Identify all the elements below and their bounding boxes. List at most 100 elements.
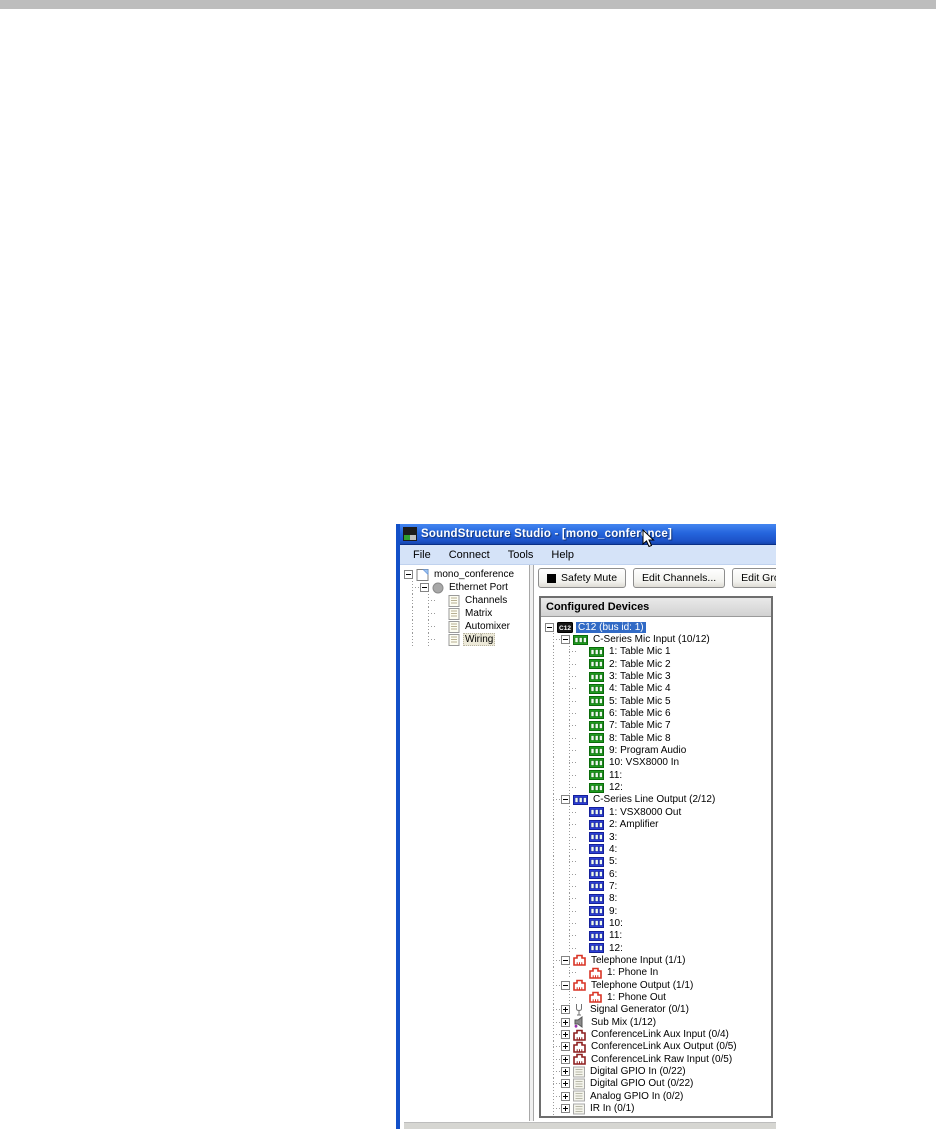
menubar: File Connect Tools Help bbox=[400, 545, 776, 565]
device-tree-row[interactable]: Digital GPIO In (0/22) bbox=[541, 1065, 771, 1077]
collapse-toggle[interactable] bbox=[420, 583, 429, 592]
expand-toggle[interactable] bbox=[561, 1030, 570, 1039]
device-tree-row[interactable]: C-Series Mic Input (10/12) bbox=[541, 633, 771, 645]
device-tree-row[interactable]: ConferenceLink Aux Output (0/5) bbox=[541, 1041, 771, 1053]
menu-connect[interactable]: Connect bbox=[440, 547, 499, 563]
gpio-icon bbox=[573, 1103, 585, 1115]
menu-tools[interactable]: Tools bbox=[499, 547, 543, 563]
project-tree-row[interactable]: Ethernet Port bbox=[400, 581, 529, 594]
device-tree-row[interactable]: 6: bbox=[541, 868, 771, 880]
device-tree-row[interactable]: ConferenceLink Aux Input (0/4) bbox=[541, 1028, 771, 1040]
line-output-icon bbox=[589, 918, 604, 928]
tree-guide bbox=[545, 1028, 561, 1040]
mic-input-icon bbox=[589, 684, 604, 694]
menu-file[interactable]: File bbox=[404, 547, 440, 563]
app-icon bbox=[403, 527, 417, 541]
expand-toggle[interactable] bbox=[561, 1055, 570, 1064]
device-tree-row[interactable]: Signal Generator (0/1) bbox=[541, 1004, 771, 1016]
svg-text:C12: C12 bbox=[559, 625, 571, 632]
device-tree-row[interactable]: ConferenceLink Raw Input (0/5) bbox=[541, 1053, 771, 1065]
tree-guide bbox=[545, 831, 561, 843]
tree-label: 7: bbox=[607, 881, 619, 892]
device-tree-row[interactable]: IR In (0/1) bbox=[541, 1102, 771, 1114]
expand-toggle[interactable] bbox=[561, 1067, 570, 1076]
device-tree-row[interactable]: C12C12 (bus id: 1) bbox=[541, 621, 771, 633]
device-tree-row[interactable]: 7: Table Mic 7 bbox=[541, 720, 771, 732]
tree-guide bbox=[545, 1053, 561, 1065]
tree-label: 1: Table Mic 1 bbox=[607, 646, 673, 657]
collapse-toggle[interactable] bbox=[561, 956, 570, 965]
device-tree-row[interactable]: 12: bbox=[541, 781, 771, 793]
tree-label: IR In (0/1) bbox=[588, 1103, 636, 1114]
device-tree-row[interactable]: Analog GPIO In (0/2) bbox=[541, 1090, 771, 1102]
device-tree-row[interactable]: 4: bbox=[541, 843, 771, 855]
device-tree-row[interactable]: 9: bbox=[541, 905, 771, 917]
device-tree-row[interactable]: 3: Table Mic 3 bbox=[541, 670, 771, 682]
device-tree-row[interactable]: 8: bbox=[541, 893, 771, 905]
device-tree-row[interactable]: 1: Phone In bbox=[541, 967, 771, 979]
device-tree-row[interactable]: 12: bbox=[541, 942, 771, 954]
tree-label: Sub Mix (1/12) bbox=[589, 1017, 658, 1028]
collapse-toggle[interactable] bbox=[561, 981, 570, 990]
device-tree-row[interactable]: 1: Table Mic 1 bbox=[541, 646, 771, 658]
expand-toggle[interactable] bbox=[561, 1018, 570, 1027]
tree-guide bbox=[420, 620, 436, 633]
tree-guide bbox=[561, 819, 577, 831]
device-tree-row[interactable]: 4: Table Mic 4 bbox=[541, 683, 771, 695]
device-tree-row[interactable]: 3: bbox=[541, 831, 771, 843]
mic-input-icon bbox=[589, 672, 604, 682]
project-tree-row[interactable]: mono_conference bbox=[400, 568, 529, 581]
project-tree-row[interactable]: Automixer bbox=[400, 620, 529, 633]
device-tree-row[interactable]: 1: VSX8000 Out bbox=[541, 806, 771, 818]
edit-groups-button[interactable]: Edit Groups... bbox=[732, 568, 776, 588]
device-tree-row[interactable]: Telephone Input (1/1) bbox=[541, 954, 771, 966]
titlebar[interactable]: SoundStructure Studio - [mono_conference… bbox=[400, 524, 776, 545]
device-tree-row[interactable]: 2: Amplifier bbox=[541, 819, 771, 831]
device-tree-row[interactable]: Digital GPIO Out (0/22) bbox=[541, 1078, 771, 1090]
device-tree-row[interactable]: 6: Table Mic 6 bbox=[541, 707, 771, 719]
device-tree-row[interactable]: 11: bbox=[541, 769, 771, 781]
configured-devices-panel: Configured Devices C12C12 (bus id: 1)C-S… bbox=[539, 596, 773, 1118]
expand-toggle[interactable] bbox=[561, 1042, 570, 1051]
device-tree-row[interactable]: C-Series Line Output (2/12) bbox=[541, 794, 771, 806]
tree-guide bbox=[561, 967, 577, 979]
expand-toggle[interactable] bbox=[561, 1079, 570, 1088]
menu-help[interactable]: Help bbox=[542, 547, 583, 563]
device-tree-row[interactable]: 2: Table Mic 2 bbox=[541, 658, 771, 670]
device-tree-row[interactable]: 11: bbox=[541, 930, 771, 942]
device-tree-row[interactable]: 10: bbox=[541, 917, 771, 929]
line-output-icon bbox=[589, 820, 604, 830]
device-tree-row[interactable]: 9: Program Audio bbox=[541, 744, 771, 756]
tree-label: 1: Phone Out bbox=[605, 992, 668, 1003]
device-tree-row[interactable]: 5: bbox=[541, 856, 771, 868]
expand-toggle[interactable] bbox=[561, 1005, 570, 1014]
devices-area: Safety Mute Edit Channels... Edit Groups… bbox=[534, 565, 776, 1121]
collapse-toggle[interactable] bbox=[545, 623, 554, 632]
device-tree-row[interactable]: 7: bbox=[541, 880, 771, 892]
device-tree-row[interactable]: 5: Table Mic 5 bbox=[541, 695, 771, 707]
tree-label: ConferenceLink Raw Input (0/5) bbox=[589, 1054, 734, 1065]
tree-guide bbox=[561, 893, 577, 905]
mouse-cursor bbox=[642, 529, 655, 548]
device-tree: C12C12 (bus id: 1)C-Series Mic Input (10… bbox=[541, 617, 771, 1116]
project-tree-row[interactable]: Channels bbox=[400, 594, 529, 607]
telephone-icon bbox=[573, 954, 586, 966]
project-tree-row[interactable]: Matrix bbox=[400, 607, 529, 620]
collapse-toggle[interactable] bbox=[561, 795, 570, 804]
project-tree-row[interactable]: Wiring bbox=[400, 633, 529, 646]
expand-toggle[interactable] bbox=[561, 1104, 570, 1113]
collapse-toggle[interactable] bbox=[561, 635, 570, 644]
tree-label: 1: Phone In bbox=[605, 967, 660, 978]
expand-toggle[interactable] bbox=[561, 1092, 570, 1101]
device-tree-row[interactable]: 1: Phone Out bbox=[541, 991, 771, 1003]
tree-label: 10: bbox=[607, 918, 625, 929]
device-tree-row[interactable]: 10: VSX8000 In bbox=[541, 757, 771, 769]
edit-channels-button[interactable]: Edit Channels... bbox=[633, 568, 725, 588]
safety-mute-button[interactable]: Safety Mute bbox=[538, 568, 626, 588]
device-tree-row[interactable]: Telephone Output (1/1) bbox=[541, 979, 771, 991]
device-tree-row[interactable]: 8: Table Mic 8 bbox=[541, 732, 771, 744]
tree-label: 8: Table Mic 8 bbox=[607, 733, 673, 744]
device-tree-row[interactable]: Sub Mix (1/12) bbox=[541, 1016, 771, 1028]
ethernet-port-icon bbox=[432, 582, 444, 594]
collapse-toggle[interactable] bbox=[404, 570, 413, 579]
